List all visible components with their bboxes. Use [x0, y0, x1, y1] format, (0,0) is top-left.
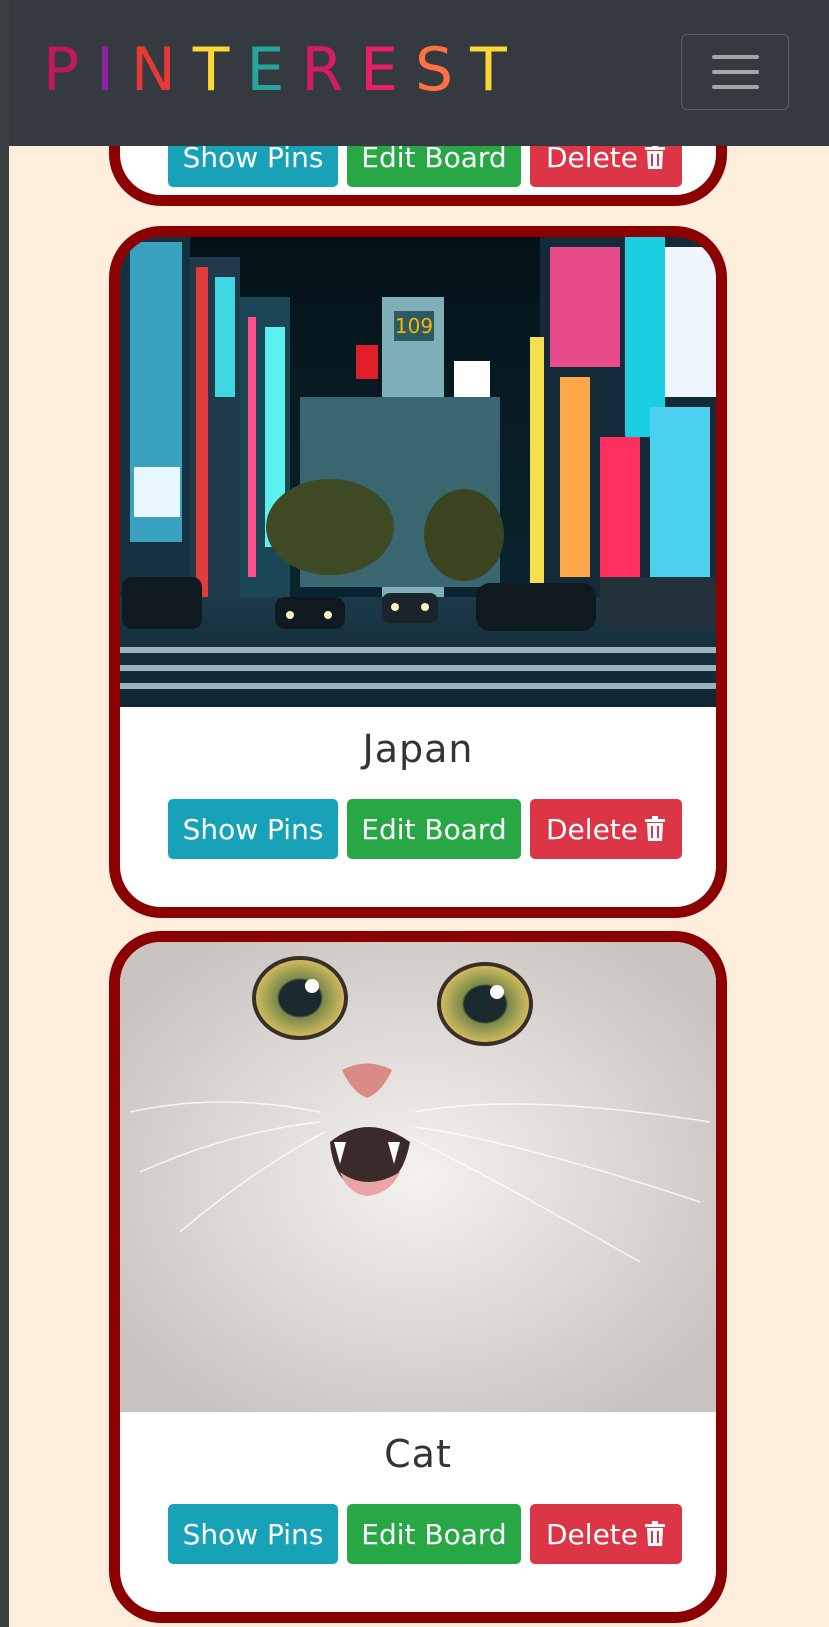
board-image-cat[interactable]	[120, 942, 716, 1412]
page-background: Show Pins Edit Board Delete 109 Japan Sh…	[9, 0, 829, 1627]
svg-text:109: 109	[395, 314, 433, 338]
board-card: 109 Japan Show Pins Edit Board Delete	[109, 226, 727, 918]
navbar-toggler-button[interactable]	[681, 34, 789, 110]
brand-letter: R	[301, 35, 344, 105]
hamburger-icon	[711, 55, 759, 89]
brand-logo[interactable]: PINTEREST	[43, 30, 524, 110]
navbar: PINTEREST	[9, 0, 829, 146]
trash-icon	[645, 816, 665, 841]
show-pins-button[interactable]: Show Pins	[168, 1504, 338, 1564]
board-title: Cat	[384, 1432, 452, 1476]
trash-icon	[645, 144, 665, 169]
edit-board-button[interactable]: Edit Board	[347, 1504, 521, 1564]
edit-board-button[interactable]: Edit Board	[347, 799, 521, 859]
delete-board-button[interactable]: Delete	[530, 1504, 682, 1564]
brand-letter: E	[360, 35, 398, 105]
brand-letter: P	[43, 35, 80, 105]
brand-letter: N	[130, 35, 176, 105]
show-pins-button[interactable]: Show Pins	[168, 799, 338, 859]
brand-letter: T	[192, 35, 230, 105]
brand-letter: E	[246, 35, 285, 105]
brand-letter: T	[470, 35, 507, 105]
board-image-japan[interactable]: 109	[120, 237, 716, 707]
brand-letter: I	[96, 35, 114, 105]
brand-letter: S	[414, 35, 454, 105]
trash-icon	[645, 1521, 665, 1546]
board-card: Cat Show Pins Edit Board Delete	[109, 931, 727, 1623]
delete-board-button[interactable]: Delete	[530, 799, 682, 859]
board-title: Japan	[362, 727, 474, 771]
